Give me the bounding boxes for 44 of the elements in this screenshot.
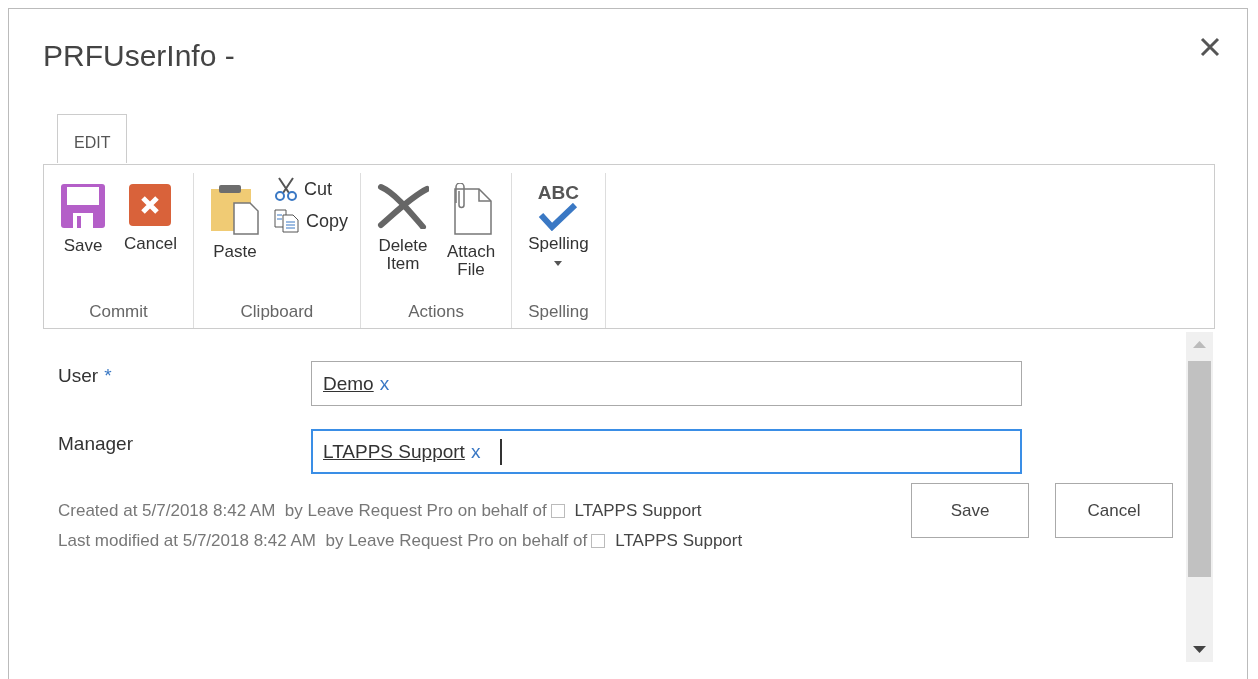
text-cursor [500, 438, 502, 465]
ribbon-button[interactable]: Copy [273, 209, 348, 233]
ribbon-button[interactable]: Paste [205, 173, 264, 302]
user-name: LTAPPS Support [615, 531, 743, 551]
group-label: Actions [407, 302, 465, 323]
ribbon-button[interactable]: Attach File [442, 173, 500, 302]
cancel-icon [128, 183, 173, 227]
dialog-title: PRFUserInfo - [43, 39, 235, 73]
field-label: User [58, 365, 99, 387]
ribbon-tab[interactable]: EDIT [57, 114, 128, 163]
scroll-down-icon[interactable] [1193, 646, 1206, 653]
field-label: Manager [58, 433, 133, 455]
image-placeholder-icon [591, 534, 606, 548]
ribbon-dropdown-button[interactable]: ABC Spelling [524, 173, 593, 302]
person-name[interactable]: LTAPPS Support [323, 440, 465, 463]
group-label: Commit [88, 302, 149, 323]
spellcheck-icon-text: ABC [537, 183, 579, 203]
user-name: LTAPPS Support [574, 501, 702, 521]
people-picker-field[interactable]: LTAPPS Support x [311, 429, 1022, 474]
people-picker-field[interactable]: Demo x [311, 361, 1022, 406]
scrollbar[interactable] [1186, 332, 1213, 662]
x-mark-icon [376, 183, 429, 229]
form-button[interactable]: Save [911, 483, 1029, 538]
ribbon-button[interactable]: Cancel [120, 173, 181, 302]
scroll-up-icon[interactable] [1193, 341, 1206, 348]
checkmark-icon [538, 203, 579, 231]
audit-text: Created at 5/7/2018 8:42 AM by Leave Request Pro on behalf of [58, 501, 547, 521]
scroll-thumb[interactable] [1188, 361, 1211, 577]
clipboard-icon [209, 183, 260, 235]
ribbon-button[interactable]: Delete Item [372, 173, 433, 302]
group-label: Clipboard [239, 302, 315, 323]
group-label: Spelling [527, 302, 590, 323]
person-name[interactable]: Demo [323, 372, 374, 395]
remove-link[interactable]: x [470, 440, 481, 463]
form-button[interactable]: Cancel [1055, 483, 1173, 538]
scissors-icon [273, 177, 298, 201]
ribbon-button[interactable]: Save [56, 173, 110, 302]
caret-icon [554, 261, 563, 266]
audit-text: Last modified at 5/7/2018 8:42 AM by Leave Request Pro on behalf of [58, 531, 588, 551]
ribbon-button[interactable]: Cut [273, 177, 348, 201]
remove-link[interactable]: x [379, 372, 390, 395]
copy-icon [273, 209, 300, 233]
required-mark: * [104, 365, 112, 387]
image-placeholder-icon [550, 504, 565, 518]
